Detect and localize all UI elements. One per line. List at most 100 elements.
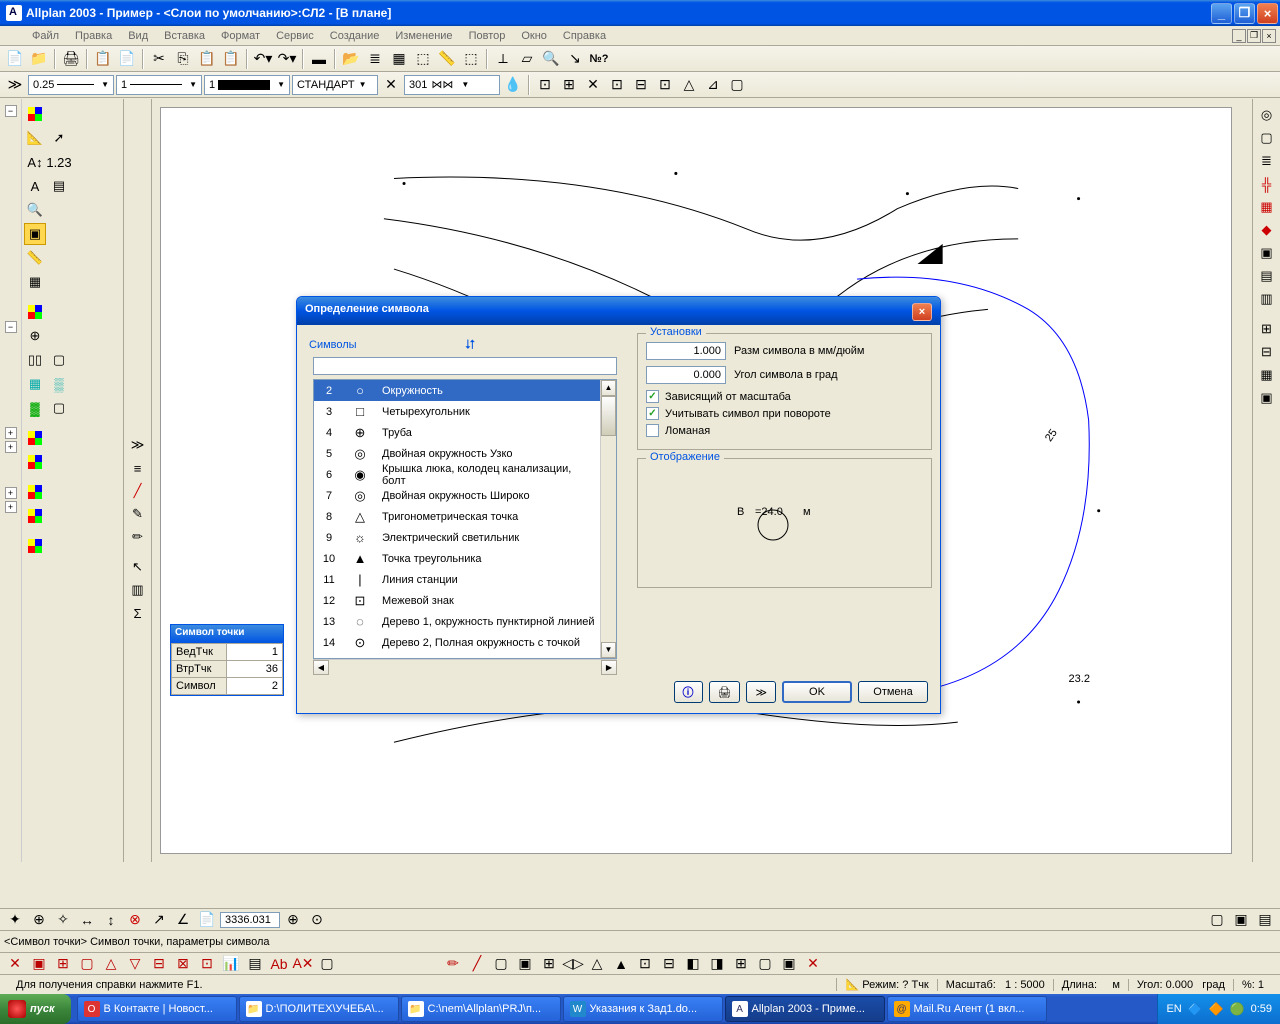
m4-icon[interactable]: ▢ xyxy=(76,953,98,975)
tool3-icon[interactable]: ↘ xyxy=(564,48,586,70)
fill2-icon[interactable]: ▒ xyxy=(48,373,70,395)
copy2-icon[interactable]: ⎘ xyxy=(172,48,194,70)
fill3-icon[interactable]: ▓ xyxy=(24,397,46,419)
palette4-icon[interactable] xyxy=(24,451,46,473)
m13-icon[interactable]: A✕ xyxy=(292,953,314,975)
lang-indicator[interactable]: EN xyxy=(1166,1003,1181,1015)
e4-icon[interactable]: ▣ xyxy=(514,953,536,975)
layers-icon[interactable]: ≣ xyxy=(364,48,386,70)
ruler2-icon[interactable]: ↔ xyxy=(76,909,98,931)
mdi-minimize[interactable]: _ xyxy=(1232,29,1246,43)
m3-icon[interactable]: ⊞ xyxy=(52,953,74,975)
cancel-button[interactable]: Отмена xyxy=(858,681,928,703)
snap8-icon[interactable]: ⊿ xyxy=(702,74,724,96)
menu-create[interactable]: Создание xyxy=(322,28,388,44)
scroll-down-icon[interactable]: ▼ xyxy=(601,642,616,658)
sigma-icon[interactable]: Σ xyxy=(127,602,149,624)
folder-icon[interactable]: 📂 xyxy=(340,48,362,70)
grid3-icon[interactable]: ▦ xyxy=(1256,196,1278,218)
e3-icon[interactable]: ▢ xyxy=(490,953,512,975)
menu-file[interactable]: Файл xyxy=(24,28,67,44)
dialog-titlebar[interactable]: Определение символа × xyxy=(297,297,940,325)
dialog-close-button[interactable]: × xyxy=(912,303,932,321)
eraser-icon[interactable]: ◆ xyxy=(1256,219,1278,241)
grid2-icon[interactable]: ╬ xyxy=(1256,173,1278,195)
mdi-restore[interactable]: ❐ xyxy=(1247,29,1261,43)
rotate-check[interactable]: ✓Учитывать символ при повороте xyxy=(646,407,923,420)
tray-icon[interactable]: 🟢 xyxy=(1230,1002,1245,1016)
palette6-icon[interactable] xyxy=(24,505,46,527)
grid-icon[interactable]: ▦ xyxy=(24,271,46,293)
win4-icon[interactable]: ▣ xyxy=(1256,387,1278,409)
symbol-point-palette[interactable]: Символ точки ВедТчк1 ВтрТчк36 Символ2 xyxy=(170,624,284,696)
blank-icon[interactable]: ▢ xyxy=(48,397,70,419)
expand-icon[interactable]: ≫ xyxy=(4,74,26,96)
scroll-up-icon[interactable]: ▲ xyxy=(601,380,616,396)
palette3-icon[interactable] xyxy=(24,427,46,449)
e11-icon[interactable]: ◧ xyxy=(682,953,704,975)
undo-icon[interactable]: ↶▾ xyxy=(252,48,274,70)
target-icon[interactable]: ◎ xyxy=(1256,104,1278,126)
star-icon[interactable]: ✦ xyxy=(4,909,26,931)
snap2-icon[interactable]: ⊞ xyxy=(558,74,580,96)
fill1-icon[interactable]: ▦ xyxy=(24,373,46,395)
e15-icon[interactable]: ▣ xyxy=(778,953,800,975)
print-button[interactable]: 🖨 xyxy=(709,681,741,703)
xy-icon[interactable]: ↗ xyxy=(148,909,170,931)
restore-button[interactable]: ❐ xyxy=(1234,3,1255,24)
cut-icon[interactable]: ✂ xyxy=(148,48,170,70)
tree-node[interactable]: − xyxy=(5,321,17,333)
tree-node[interactable]: + xyxy=(5,501,17,513)
m6-icon[interactable]: ▽ xyxy=(124,953,146,975)
taskbar-item[interactable]: OВ Контакте | Новост... xyxy=(77,996,237,1022)
m11-icon[interactable]: ▤ xyxy=(244,953,266,975)
menu-insert[interactable]: Вставка xyxy=(156,28,213,44)
circle-icon[interactable]: ⊕ xyxy=(24,325,46,347)
view-a-icon[interactable]: ▢ xyxy=(1206,909,1228,931)
hatch-icon[interactable]: ▦ xyxy=(388,48,410,70)
ruler-icon[interactable]: 📏 xyxy=(436,48,458,70)
snap5-icon[interactable]: ⊟ xyxy=(630,74,652,96)
palette-icon[interactable] xyxy=(24,103,46,125)
view3-icon[interactable]: ▥ xyxy=(1256,288,1278,310)
win3-icon[interactable]: ▦ xyxy=(1256,364,1278,386)
close-button[interactable]: × xyxy=(1257,3,1278,24)
zoom-icon[interactable]: 🔍 xyxy=(540,48,562,70)
tree-node[interactable]: + xyxy=(5,487,17,499)
origin-icon[interactable]: ⊗ xyxy=(124,909,146,931)
penset-combo[interactable]: 301⋈⋈▼ xyxy=(404,75,500,95)
target2-icon[interactable]: ⊕ xyxy=(28,909,50,931)
paste2-icon[interactable]: 📋 xyxy=(196,48,218,70)
taskbar-item[interactable]: 📁D:\ПОЛИТЕХ\УЧЕБА\... xyxy=(239,996,399,1022)
window-icon[interactable]: ▬ xyxy=(308,48,330,70)
magnify-icon[interactable]: 🔍 xyxy=(24,199,46,221)
color-combo[interactable]: 1▼ xyxy=(204,75,290,95)
e13-icon[interactable]: ⊞ xyxy=(730,953,752,975)
e2-icon[interactable]: ╱ xyxy=(466,953,488,975)
tree-node[interactable]: − xyxy=(5,105,17,117)
snap7-icon[interactable]: △ xyxy=(678,74,700,96)
menu-edit[interactable]: Правка xyxy=(67,28,120,44)
menu-service[interactable]: Сервис xyxy=(268,28,322,44)
m7-icon[interactable]: ⊟ xyxy=(148,953,170,975)
linkpen-icon[interactable]: ✕ xyxy=(380,74,402,96)
hscrollbar[interactable]: ◀▶ xyxy=(313,659,617,675)
screen-icon[interactable]: ▢ xyxy=(1256,127,1278,149)
m2-icon[interactable]: ▣ xyxy=(28,953,50,975)
system-tray[interactable]: EN 🔷 🔶 🟢 0:59 xyxy=(1157,994,1280,1024)
tray-icon[interactable]: 🔶 xyxy=(1209,1002,1224,1016)
e10-icon[interactable]: ⊟ xyxy=(658,953,680,975)
symbol-point-button[interactable]: ▣ xyxy=(24,223,46,245)
paper-icon[interactable]: 📄 xyxy=(196,909,218,931)
open-icon[interactable]: 📁 xyxy=(28,48,50,70)
info-button[interactable]: ⓘ xyxy=(674,681,703,703)
taskbar-item[interactable]: WУказания к Зад1.do... xyxy=(563,996,723,1022)
tree-node[interactable]: + xyxy=(5,427,17,439)
win1-icon[interactable]: ⊞ xyxy=(1256,318,1278,340)
lock-icon[interactable]: ⊕ xyxy=(282,909,304,931)
ok-button[interactable]: OK xyxy=(782,681,852,703)
edit-icon[interactable]: ✎ xyxy=(127,503,149,525)
e16-icon[interactable]: ✕ xyxy=(802,953,824,975)
m10-icon[interactable]: 📊 xyxy=(220,953,242,975)
redo-icon[interactable]: ↷▾ xyxy=(276,48,298,70)
